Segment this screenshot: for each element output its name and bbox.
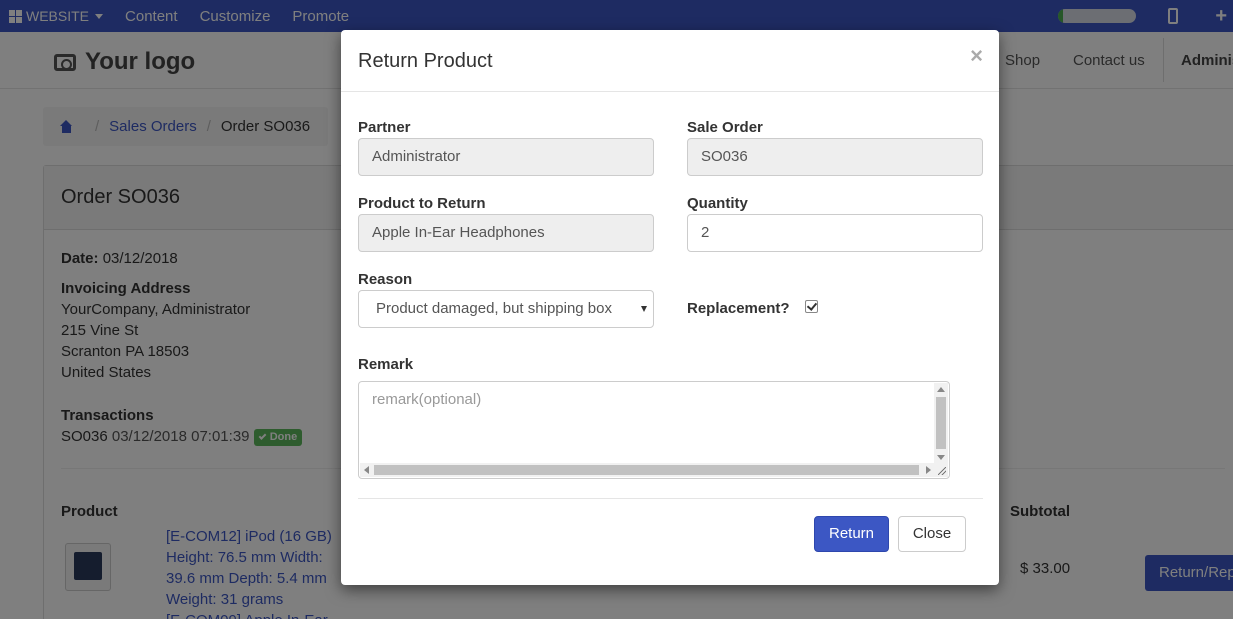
quantity-label: Quantity (687, 195, 748, 212)
footer-divider (358, 498, 983, 499)
horizontal-scrollbar[interactable] (360, 463, 935, 477)
product-to-return-label: Product to Return (358, 195, 486, 212)
return-product-dialog: Return Product × Partner Administrator S… (341, 30, 999, 585)
partner-label: Partner (358, 119, 411, 136)
dropdown-arrow-icon (641, 306, 647, 312)
close-icon[interactable]: × (970, 43, 983, 69)
partner-field: Administrator (358, 138, 654, 176)
remark-label: Remark (358, 356, 414, 373)
reason-selected: Product damaged, but shipping box (376, 300, 612, 317)
replacement-checkbox[interactable] (805, 300, 818, 313)
remark-placeholder: remark(optional) (372, 391, 482, 408)
sale-order-field: SO036 (687, 138, 983, 176)
sale-order-label: Sale Order (687, 119, 763, 136)
reason-select[interactable]: Product damaged, but shipping box (358, 290, 654, 328)
return-button[interactable]: Return (814, 516, 889, 552)
replacement-label: Replacement? (687, 300, 790, 317)
resize-handle[interactable] (934, 463, 948, 477)
reason-label: Reason (358, 271, 413, 288)
dialog-title: Return Product (358, 50, 493, 72)
product-to-return-field: Apple In-Ear Headphones (358, 214, 654, 252)
remark-textarea[interactable]: remark(optional) (358, 381, 950, 479)
vertical-scrollbar[interactable] (934, 383, 948, 464)
close-button[interactable]: Close (898, 516, 966, 552)
quantity-input[interactable]: 2 (687, 214, 983, 252)
